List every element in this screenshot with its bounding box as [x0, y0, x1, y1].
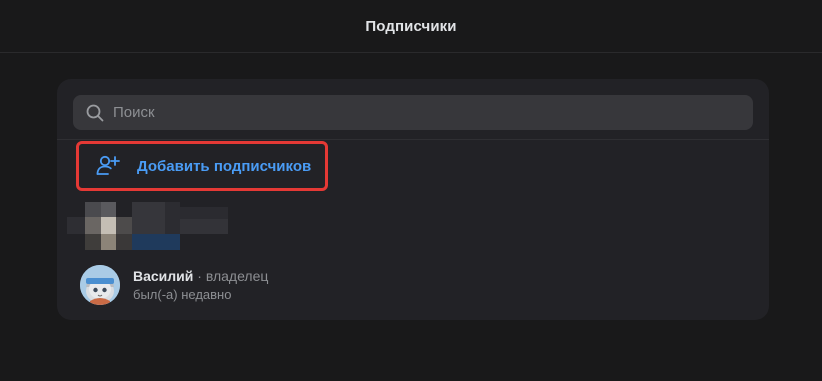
member-info: Василий · владелец был(-а) недавно [133, 267, 268, 304]
search-input[interactable] [113, 104, 713, 121]
divider [57, 139, 769, 140]
header: Подписчики [0, 0, 822, 53]
member-role: · владелец [193, 267, 269, 284]
add-subscribers-button[interactable]: Добавить подписчиков [76, 141, 328, 191]
member-row[interactable]: Василий · владелец был(-а) недавно [80, 264, 740, 306]
member-status: был(-а) недавно [133, 286, 232, 302]
add-subscribers-label: Добавить подписчиков [137, 157, 312, 175]
page-title: Подписчики [365, 17, 457, 35]
subscribers-card: Добавить подписчиков [57, 79, 769, 320]
member-name: Василий [133, 267, 194, 284]
search-bar[interactable] [73, 95, 753, 130]
search-icon [85, 103, 105, 123]
user-plus-icon [95, 153, 121, 179]
avatar [80, 265, 120, 305]
blurred-member-row [67, 202, 237, 252]
